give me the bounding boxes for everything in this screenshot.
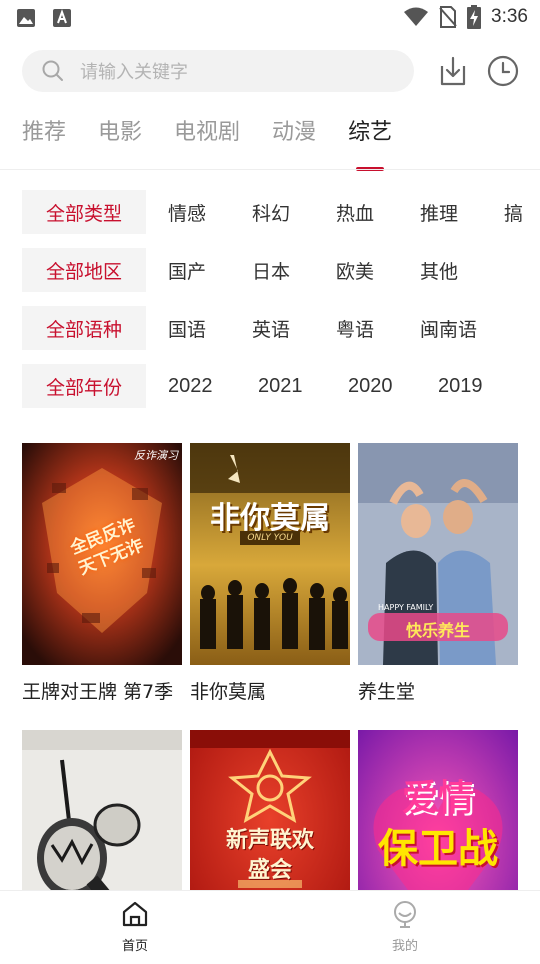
filter-option[interactable]: 2021	[258, 375, 326, 398]
filter-option[interactable]: 其他	[420, 257, 482, 284]
poster-text: 快乐养生	[405, 621, 470, 640]
filter-option[interactable]: 国语	[168, 315, 230, 342]
filter-option[interactable]: 情感	[168, 199, 230, 226]
filter-option[interactable]: 英语	[252, 315, 314, 342]
search-input[interactable]	[78, 50, 402, 94]
gallery-notification-icon	[17, 9, 35, 27]
font-notification-icon	[53, 9, 71, 27]
category-tabs: 推荐 电影 电视剧 动漫 综艺	[22, 116, 392, 171]
filter-all-languages[interactable]: 全部语种	[22, 306, 146, 350]
show-poster: 全民反诈 天下无诈 反诈演习	[22, 443, 182, 665]
nav-home-label: 首页	[121, 939, 148, 954]
download-button[interactable]	[436, 54, 470, 88]
filter-option[interactable]: 欧美	[336, 257, 398, 284]
download-icon	[440, 56, 466, 86]
poster-sub-text: ONLY YOU	[240, 531, 300, 545]
search-box[interactable]	[22, 50, 414, 94]
filter-option[interactable]: 2019	[438, 375, 506, 398]
filter-option[interactable]: 推理	[420, 199, 482, 226]
poster-text: 盛会	[247, 858, 292, 883]
filter-option[interactable]: 2022	[168, 375, 236, 398]
search-row	[22, 50, 522, 94]
filter-option[interactable]: 国产	[168, 257, 230, 284]
show-poster: 非你莫属 ONLY YOU	[190, 443, 350, 665]
tab-movies[interactable]: 电影	[98, 116, 142, 166]
show-title: 非你莫属	[190, 681, 267, 703]
filter-row-language: 全部语种 国语 英语 粤语 闽南语	[22, 306, 540, 350]
profile-icon	[394, 901, 416, 928]
tab-anime[interactable]: 动漫	[272, 116, 316, 166]
filter-option[interactable]: 科幻	[252, 199, 314, 226]
show-poster: 快乐养生 HAPPY FAMILY	[358, 443, 518, 665]
filter-option[interactable]: 粤语	[336, 315, 398, 342]
show-title: 养生堂	[358, 681, 416, 703]
filter-all-types[interactable]: 全部类型	[22, 190, 146, 234]
filter-option[interactable]: 搞	[504, 199, 540, 226]
poster-corner-text: HAPPY FAMILY	[378, 603, 434, 612]
search-icon	[42, 60, 63, 81]
filter-row-region: 全部地区 国产 日本 欧美 其他	[22, 248, 540, 292]
no-sim-icon	[439, 6, 457, 28]
show-card[interactable]: 非你莫属 ONLY YOU 非你莫属	[190, 443, 350, 704]
bottom-nav: 首页 我的	[0, 890, 540, 961]
filter-option[interactable]: 2020	[348, 375, 416, 398]
show-title: 王牌对王牌 第7季	[22, 681, 174, 703]
header-divider	[0, 169, 540, 170]
filter-all-years[interactable]: 全部年份	[22, 364, 146, 408]
show-card[interactable]: 快乐养生 HAPPY FAMILY 养生堂	[358, 443, 518, 704]
filter-row-year: 全部年份 2022 2021 2020 2019	[22, 364, 540, 408]
clock-icon	[487, 55, 519, 87]
filter-panel: 全部类型 情感 科幻 热血 推理 搞 全部地区 国产 日本 欧美 其他 全部语种…	[22, 190, 540, 422]
filter-option[interactable]: 热血	[336, 199, 398, 226]
status-time: 3:36	[491, 6, 528, 27]
filter-all-regions[interactable]: 全部地区	[22, 248, 146, 292]
show-card[interactable]: 全民反诈 天下无诈 反诈演习 王牌对王牌 第7季	[22, 443, 182, 704]
nav-profile[interactable]: 我的	[345, 899, 465, 954]
home-icon	[122, 901, 148, 927]
wifi-icon	[404, 7, 429, 26]
poster-text: 爱情	[401, 778, 474, 819]
poster-art	[190, 443, 350, 665]
filter-option[interactable]: 日本	[252, 257, 314, 284]
nav-home[interactable]: 首页	[75, 899, 195, 954]
filter-option[interactable]: 闽南语	[420, 315, 482, 342]
status-bar: 3:36	[0, 0, 540, 36]
tab-recommend[interactable]: 推荐	[22, 116, 66, 166]
tab-tv-series[interactable]: 电视剧	[174, 116, 240, 166]
poster-text: 新声联欢	[225, 828, 314, 853]
battery-charging-icon	[467, 5, 482, 29]
tab-variety[interactable]: 综艺	[348, 116, 392, 171]
poster-corner-text: 反诈演习	[134, 449, 178, 462]
nav-profile-label: 我的	[391, 939, 418, 954]
filter-row-type: 全部类型 情感 科幻 热血 推理 搞	[22, 190, 540, 234]
poster-text: 保卫战	[378, 826, 498, 872]
history-button[interactable]	[486, 54, 520, 88]
